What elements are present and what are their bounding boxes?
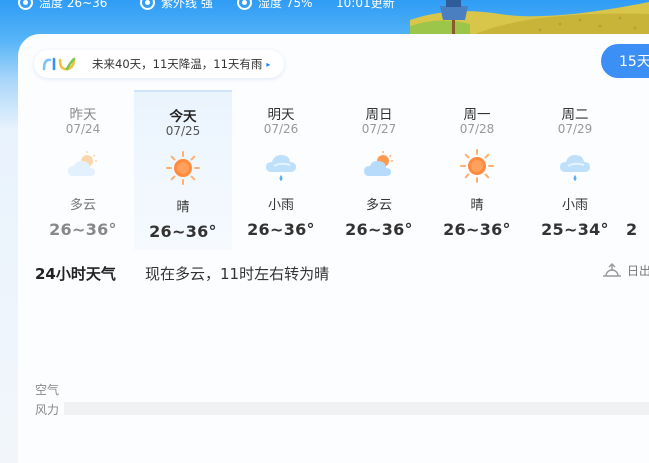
light-rain-icon	[560, 155, 590, 181]
hourly-weather-description: 现在多云，11时左右转为晴	[145, 265, 330, 283]
uv-summary-text: 紫外线 强	[161, 0, 213, 10]
humidity-summary: 湿度 75%	[237, 0, 313, 10]
temperature-summary: 温度 26~36	[18, 0, 107, 10]
day-name: 周日	[365, 107, 393, 123]
day-date: 07/29	[557, 122, 593, 136]
day-condition: 晴	[470, 198, 484, 213]
day-date: 07/25	[165, 124, 201, 138]
day-column-sunday[interactable]: 周日 07/27 多云 26~36°	[330, 90, 428, 250]
day-condition: 晴	[176, 200, 190, 215]
light-rain-icon	[266, 155, 296, 181]
hourly-weather-title: 24小时天气	[35, 265, 116, 283]
thermometer-icon	[18, 0, 33, 10]
day-temperature: 26~36°	[443, 220, 511, 239]
air-quality-label: 空气	[35, 383, 60, 397]
forecast-40-days-banner[interactable]: 未来40天，11天降温，11天有雨 ▸	[34, 50, 284, 78]
day-name: 周一	[463, 107, 491, 123]
wind-bar	[64, 402, 649, 415]
day-date: 07/24	[65, 122, 101, 136]
update-time: 10:01更新	[336, 0, 395, 10]
day-condition: 多云	[365, 198, 392, 213]
day-name: 昨天	[69, 107, 97, 123]
day-condition: 多云	[69, 198, 96, 213]
day-temperature: 26~36°	[345, 220, 413, 239]
day-column-tuesday[interactable]: 周二 07/29 小雨 25~34°	[526, 90, 624, 250]
day-temperature: 2	[626, 220, 638, 239]
forecast-15-days-button[interactable]: 15天	[601, 44, 649, 78]
daily-forecast: 昨天 07/24 多云 26~36° 今天 07/25 晴 26~36° 明天 …	[34, 90, 649, 250]
sunny-icon	[166, 151, 200, 185]
day-date: 07/28	[459, 122, 495, 136]
humidity-icon	[237, 0, 252, 10]
day-temperature: 25~34°	[541, 220, 609, 239]
temperature-summary-text: 温度 26~36	[39, 0, 108, 10]
ultraviolet-icon	[140, 0, 155, 10]
day-column-monday[interactable]: 周一 07/28 晴 26~36°	[428, 90, 526, 250]
partly-cloudy-icon	[68, 151, 97, 176]
day-date: 07/27	[361, 122, 397, 136]
wind-label: 风力	[35, 403, 60, 417]
day-name: 周二	[561, 107, 589, 123]
day-condition: 小雨	[561, 198, 588, 213]
day-name: 明天	[267, 107, 295, 123]
day-column-today[interactable]: 今天 07/25 晴 26~36°	[134, 90, 232, 250]
caret-right-icon: ▸	[266, 59, 271, 69]
humidity-summary-text: 湿度 75%	[258, 0, 313, 10]
day-temperature: 26~36°	[149, 222, 217, 241]
forecast-40-days-text: 未来40天，11天降温，11天有雨	[92, 57, 263, 71]
update-time-text: 10:01更新	[336, 0, 395, 10]
day-temperature: 26~36°	[49, 220, 117, 239]
uv-summary: 紫外线 强	[140, 0, 213, 10]
sunrise-label: 日出	[627, 264, 649, 278]
day-name: 今天	[169, 109, 197, 125]
day-condition: 小雨	[267, 198, 294, 213]
day-column-tomorrow[interactable]: 明天 07/26 小雨 26~36°	[232, 90, 330, 250]
sunrise-icon	[603, 262, 621, 277]
day-temperature: 26~36°	[247, 220, 315, 239]
sunny-icon	[460, 149, 494, 183]
sunrise-info: 日出	[602, 262, 649, 279]
day-column-partial[interactable]: 2	[624, 90, 649, 250]
scenery-illustration	[410, 0, 649, 36]
day-column-yesterday[interactable]: 昨天 07/24 多云 26~36°	[34, 90, 132, 250]
forecast-logo-icon	[40, 53, 78, 75]
day-date: 07/26	[263, 122, 299, 136]
partly-cloudy-icon	[364, 151, 393, 176]
